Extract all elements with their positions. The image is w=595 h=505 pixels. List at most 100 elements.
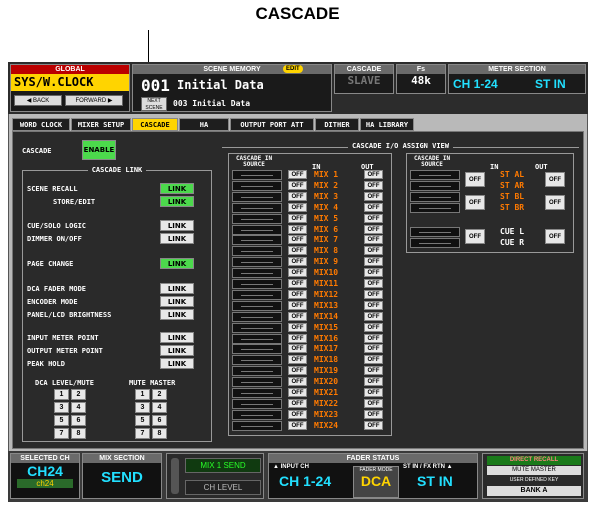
- mute-master-number-button[interactable]: 6: [152, 415, 167, 426]
- dca-number-button[interactable]: 7: [54, 428, 69, 439]
- direct-recall-button[interactable]: DIRECT RECALL: [487, 456, 581, 465]
- out-off-button[interactable]: OFF: [364, 377, 383, 387]
- in-off-button[interactable]: OFF: [288, 170, 307, 179]
- out-off-button[interactable]: OFF: [364, 388, 383, 397]
- st-in-value[interactable]: ST IN: [417, 473, 453, 489]
- cascade-in-source-slot[interactable]: [232, 235, 282, 246]
- in-off-button[interactable]: OFF: [288, 246, 307, 256]
- out-off-button[interactable]: OFF: [364, 191, 383, 201]
- cascade-in-source-slot[interactable]: [232, 322, 282, 333]
- mute-master-button[interactable]: MUTE MASTER: [487, 466, 581, 475]
- in-off-button[interactable]: OFF: [288, 377, 307, 387]
- dca-number-button[interactable]: 5: [54, 415, 69, 426]
- out-off-button[interactable]: OFF: [364, 300, 383, 310]
- tab-word-clock[interactable]: WORD CLOCK: [12, 118, 70, 131]
- out-off-button[interactable]: OFF: [364, 180, 383, 190]
- cascade-in-source-slot[interactable]: [232, 202, 282, 213]
- mute-master-number-button[interactable]: 7: [135, 428, 150, 439]
- out-off-button[interactable]: OFF: [364, 333, 383, 343]
- tab-output-port-att[interactable]: OUTPUT PORT ATT: [230, 118, 314, 131]
- out-off-button[interactable]: OFF: [364, 246, 383, 256]
- mute-master-number-button[interactable]: 8: [152, 428, 167, 439]
- out-off-button[interactable]: OFF: [364, 355, 383, 365]
- cascade-in-source-slot[interactable]: [232, 191, 282, 202]
- in-off-button[interactable]: OFF: [288, 235, 307, 245]
- selected-ch-panel[interactable]: SELECTED CH CH24 ch24: [10, 453, 80, 499]
- cascade-in-source-slot[interactable]: [232, 355, 282, 366]
- cascade-in-source-slot[interactable]: [232, 333, 282, 344]
- link-button[interactable]: LINK: [160, 332, 194, 343]
- tab-ha[interactable]: HA: [179, 118, 229, 131]
- in-off-button[interactable]: OFF: [288, 333, 307, 343]
- st-a-out-off-button[interactable]: OFF: [545, 172, 565, 187]
- in-off-button[interactable]: OFF: [288, 279, 307, 288]
- st-b-out-off-button[interactable]: OFF: [545, 195, 565, 210]
- back-button[interactable]: ◀ BACK: [14, 95, 62, 106]
- in-off-button[interactable]: OFF: [288, 366, 307, 376]
- cascade-in-source-slot[interactable]: [232, 344, 282, 355]
- dca-number-button[interactable]: 1: [54, 389, 69, 400]
- mute-master-number-button[interactable]: 4: [152, 402, 167, 413]
- out-off-button[interactable]: OFF: [364, 420, 383, 430]
- cascade-in-source-slot[interactable]: [232, 409, 282, 420]
- link-button[interactable]: LINK: [160, 358, 194, 369]
- out-off-button[interactable]: OFF: [364, 268, 383, 278]
- tab-dither[interactable]: DITHER: [315, 118, 359, 131]
- tab-ha-library[interactable]: HA LIBRARY: [360, 118, 414, 131]
- out-off-button[interactable]: OFF: [364, 311, 383, 321]
- knob-slider-icon[interactable]: [171, 458, 179, 494]
- dca-number-button[interactable]: 8: [71, 428, 86, 439]
- mix-section-panel[interactable]: MIX SECTION SEND: [82, 453, 162, 499]
- out-off-button[interactable]: OFF: [364, 224, 383, 234]
- st-source-slot[interactable]: [410, 181, 460, 191]
- cascade-in-source-slot[interactable]: [232, 388, 282, 398]
- in-off-button[interactable]: OFF: [288, 268, 307, 278]
- st-source-slot[interactable]: [410, 203, 460, 213]
- in-off-button[interactable]: OFF: [288, 191, 307, 201]
- mute-master-number-button[interactable]: 1: [135, 389, 150, 400]
- out-off-button[interactable]: OFF: [364, 322, 383, 332]
- in-off-button[interactable]: OFF: [288, 409, 307, 419]
- in-off-button[interactable]: OFF: [288, 224, 307, 234]
- cascade-in-source-slot[interactable]: [232, 377, 282, 388]
- in-off-button[interactable]: OFF: [288, 202, 307, 212]
- out-off-button[interactable]: OFF: [364, 366, 383, 376]
- cascade-in-source-slot[interactable]: [232, 213, 282, 224]
- cue-in-off-button[interactable]: OFF: [465, 229, 485, 244]
- in-off-button[interactable]: OFF: [288, 398, 307, 408]
- out-off-button[interactable]: OFF: [364, 344, 383, 354]
- mute-master-number-button[interactable]: 2: [152, 389, 167, 400]
- in-off-button[interactable]: OFF: [288, 355, 307, 365]
- in-off-button[interactable]: OFF: [288, 344, 307, 354]
- tab-cascade[interactable]: CASCADE: [132, 118, 178, 131]
- cue-out-off-button[interactable]: OFF: [545, 229, 565, 244]
- dca-number-button[interactable]: 3: [54, 402, 69, 413]
- dca-number-button[interactable]: 4: [71, 402, 86, 413]
- out-off-button[interactable]: OFF: [364, 235, 383, 245]
- in-off-button[interactable]: OFF: [288, 213, 307, 223]
- out-off-button[interactable]: OFF: [364, 398, 383, 408]
- cascade-in-source-slot[interactable]: [232, 398, 282, 409]
- out-off-button[interactable]: OFF: [364, 409, 383, 419]
- out-off-button[interactable]: OFF: [364, 257, 383, 267]
- mute-master-number-button[interactable]: 3: [135, 402, 150, 413]
- in-off-button[interactable]: OFF: [288, 388, 307, 397]
- dca-number-button[interactable]: 2: [71, 389, 86, 400]
- mute-master-number-button[interactable]: 5: [135, 415, 150, 426]
- cascade-in-source-slot[interactable]: [232, 224, 282, 235]
- out-off-button[interactable]: OFF: [364, 213, 383, 223]
- in-off-button[interactable]: OFF: [288, 311, 307, 321]
- cascade-in-source-slot[interactable]: [232, 300, 282, 311]
- link-button[interactable]: LINK: [160, 196, 194, 207]
- in-off-button[interactable]: OFF: [288, 257, 307, 267]
- forward-button[interactable]: FORWARD ▶: [65, 95, 123, 106]
- meter-ch[interactable]: CH 1-24: [453, 77, 498, 91]
- st-a-in-off-button[interactable]: OFF: [465, 172, 485, 187]
- st-source-slot[interactable]: [410, 170, 460, 180]
- in-off-button[interactable]: OFF: [288, 420, 307, 430]
- link-button[interactable]: LINK: [160, 233, 194, 244]
- link-button[interactable]: LINK: [160, 309, 194, 320]
- link-button[interactable]: LINK: [160, 345, 194, 356]
- cascade-in-source-slot[interactable]: [232, 268, 282, 279]
- cue-source-slot[interactable]: [410, 238, 460, 248]
